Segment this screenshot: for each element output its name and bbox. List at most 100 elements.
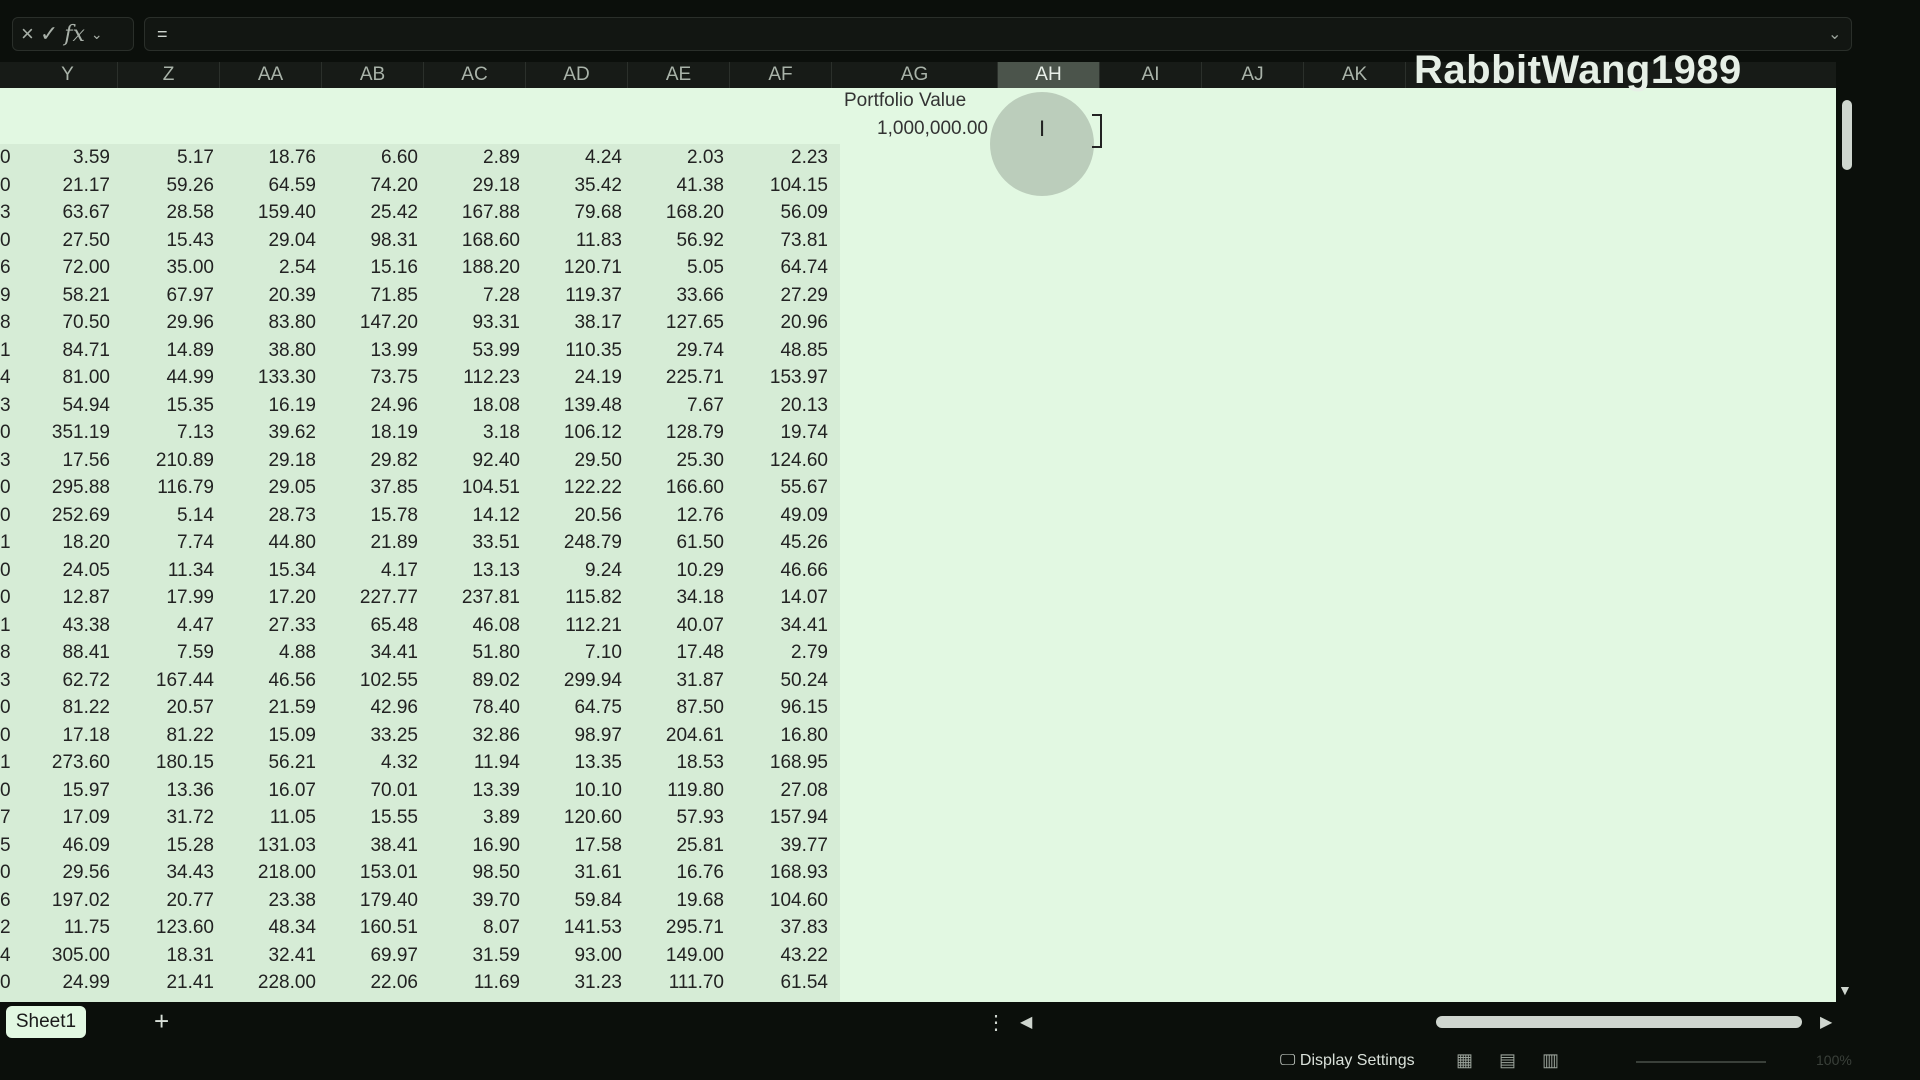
cell[interactable]: 131.03: [216, 832, 316, 859]
scroll-left-icon[interactable]: ◀: [1020, 1012, 1032, 1032]
cell[interactable]: 43.38: [10, 612, 110, 639]
cell[interactable]: 50.24: [728, 667, 828, 694]
cell[interactable]: 179.40: [318, 887, 418, 914]
cell[interactable]: 11.83: [522, 227, 622, 254]
cell[interactable]: 167.88: [420, 199, 520, 226]
cell[interactable]: 4.47: [114, 612, 214, 639]
cell[interactable]: 133.30: [216, 364, 316, 391]
cell[interactable]: 104.60: [728, 887, 828, 914]
cell[interactable]: 25.30: [624, 447, 724, 474]
cell[interactable]: 112.21: [522, 612, 622, 639]
cell[interactable]: 11.34: [114, 557, 214, 584]
cell[interactable]: 92.40: [420, 447, 520, 474]
cell[interactable]: 27.29: [728, 282, 828, 309]
cell[interactable]: 45.26: [728, 529, 828, 556]
cell[interactable]: 24.99: [10, 969, 110, 996]
cell-prefix[interactable]: 0: [0, 584, 11, 611]
cell[interactable]: 168.95: [728, 749, 828, 776]
cell[interactable]: 18.31: [114, 942, 214, 969]
cell[interactable]: 31.61: [522, 859, 622, 886]
cell[interactable]: 56.21: [216, 749, 316, 776]
cell[interactable]: 98.50: [420, 859, 520, 886]
cell[interactable]: 15.34: [216, 557, 316, 584]
cell[interactable]: 39.62: [216, 419, 316, 446]
cell[interactable]: 20.13: [728, 392, 828, 419]
cell-prefix[interactable]: 0: [0, 722, 11, 749]
cell[interactable]: 17.48: [624, 639, 724, 666]
cell[interactable]: 70.50: [10, 309, 110, 336]
cell[interactable]: 12.76: [624, 502, 724, 529]
cell[interactable]: 20.96: [728, 309, 828, 336]
cell[interactable]: 227.77: [318, 584, 418, 611]
cell[interactable]: 81.22: [10, 694, 110, 721]
cell[interactable]: 4.32: [318, 749, 418, 776]
cell[interactable]: 98.31: [318, 227, 418, 254]
cell[interactable]: 7.74: [114, 529, 214, 556]
cell[interactable]: 21.41: [114, 969, 214, 996]
cell[interactable]: 72.00: [10, 254, 110, 281]
cell-prefix[interactable]: 0: [0, 144, 11, 171]
column-header-aj[interactable]: AJ: [1202, 62, 1304, 88]
cell[interactable]: 61.54: [728, 969, 828, 996]
cell[interactable]: 56.92: [624, 227, 724, 254]
cell[interactable]: 57.93: [624, 804, 724, 831]
cell[interactable]: 16.90: [420, 832, 520, 859]
more-options-icon[interactable]: ⋮: [986, 1010, 1006, 1035]
cell-prefix[interactable]: 2: [0, 914, 11, 941]
cell[interactable]: 38.80: [216, 337, 316, 364]
cell[interactable]: 15.78: [318, 502, 418, 529]
cell[interactable]: 124.60: [728, 447, 828, 474]
cell[interactable]: 11.94: [420, 749, 520, 776]
cell[interactable]: 43.22: [728, 942, 828, 969]
cell[interactable]: 2.89: [420, 144, 520, 171]
cell[interactable]: 70.01: [318, 777, 418, 804]
cell[interactable]: 252.69: [10, 502, 110, 529]
cell[interactable]: 19.74: [728, 419, 828, 446]
cell[interactable]: 41.38: [624, 172, 724, 199]
cell-prefix[interactable]: 1: [0, 529, 11, 556]
cell[interactable]: 128.79: [624, 419, 724, 446]
cell[interactable]: 2.54: [216, 254, 316, 281]
cell[interactable]: 19.68: [624, 887, 724, 914]
cell[interactable]: 14.07: [728, 584, 828, 611]
column-header-ah[interactable]: AH: [998, 62, 1100, 88]
cell[interactable]: 20.56: [522, 502, 622, 529]
column-header-ak[interactable]: AK: [1304, 62, 1406, 88]
cell[interactable]: 110.35: [522, 337, 622, 364]
cell[interactable]: 64.59: [216, 172, 316, 199]
scroll-down-icon[interactable]: ▼: [1838, 982, 1852, 998]
cell[interactable]: 54.94: [10, 392, 110, 419]
cell[interactable]: 62.72: [10, 667, 110, 694]
cell[interactable]: 14.89: [114, 337, 214, 364]
page-break-icon[interactable]: ▥: [1542, 1050, 1585, 1070]
cell[interactable]: 12.87: [10, 584, 110, 611]
cell[interactable]: 29.50: [522, 447, 622, 474]
cell[interactable]: 58.21: [10, 282, 110, 309]
cell[interactable]: 81.00: [10, 364, 110, 391]
cell[interactable]: 25.81: [624, 832, 724, 859]
cell[interactable]: 48.85: [728, 337, 828, 364]
cell[interactable]: 106.12: [522, 419, 622, 446]
cell[interactable]: 147.20: [318, 309, 418, 336]
cell[interactable]: 149.00: [624, 942, 724, 969]
scroll-right-icon[interactable]: ▶: [1820, 1012, 1832, 1032]
cell[interactable]: 79.68: [522, 199, 622, 226]
cell[interactable]: 49.09: [728, 502, 828, 529]
cell-prefix[interactable]: 7: [0, 804, 11, 831]
cell[interactable]: 3.18: [420, 419, 520, 446]
cell-prefix[interactable]: 8: [0, 309, 11, 336]
cell[interactable]: 15.16: [318, 254, 418, 281]
cell[interactable]: 15.09: [216, 722, 316, 749]
cell[interactable]: 16.07: [216, 777, 316, 804]
cell[interactable]: 31.72: [114, 804, 214, 831]
cell[interactable]: 13.99: [318, 337, 418, 364]
cell[interactable]: 273.60: [10, 749, 110, 776]
cell[interactable]: 8.07: [420, 914, 520, 941]
expand-formula-icon[interactable]: ⌄: [1828, 24, 1841, 44]
cell[interactable]: 116.79: [114, 474, 214, 501]
cell[interactable]: 13.39: [420, 777, 520, 804]
cell[interactable]: 160.51: [318, 914, 418, 941]
cell[interactable]: 15.28: [114, 832, 214, 859]
cell[interactable]: 18.08: [420, 392, 520, 419]
cell[interactable]: 31.59: [420, 942, 520, 969]
